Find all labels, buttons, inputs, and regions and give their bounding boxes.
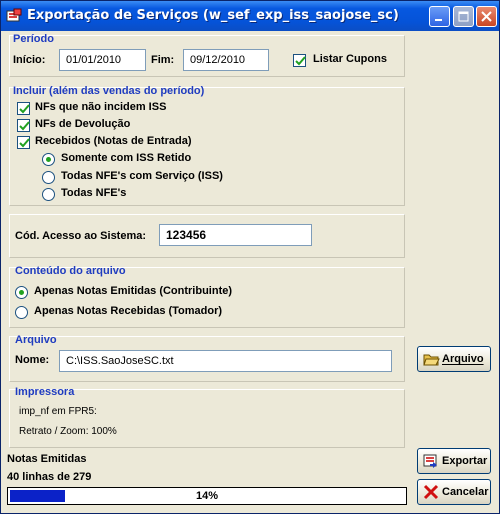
todas-nfe-servico-radio[interactable] xyxy=(42,171,55,184)
progress-text: 14% xyxy=(195,490,219,502)
status-count: 40 linhas de 279 xyxy=(7,471,92,483)
status-title: Notas Emitidas xyxy=(7,453,87,465)
inicio-date-field[interactable]: 01/01/2010 xyxy=(59,49,146,71)
incluir-group-label: Incluir (além das vendas do período) xyxy=(13,85,205,97)
check-icon xyxy=(19,121,30,131)
impressora-line-2: Retrato / Zoom: 100% xyxy=(19,426,117,437)
arquivo-button[interactable]: Arquivo xyxy=(417,346,491,372)
cancelar-button[interactable]: Cancelar xyxy=(417,479,491,505)
app-icon xyxy=(6,8,22,24)
conteudo-group-label: Conteúdo do arquivo xyxy=(15,265,126,277)
notas-recebidas-radio[interactable] xyxy=(15,306,28,319)
todas-nfe-radio[interactable] xyxy=(42,188,55,201)
arquivo-nome-field[interactable]: C:\ISS.SaoJoseSC.txt xyxy=(59,350,392,372)
notas-emitidas-label: Apenas Notas Emitidas (Contribuinte) xyxy=(34,285,233,297)
arquivo-group-label: Arquivo xyxy=(15,334,57,346)
check-icon xyxy=(19,104,30,114)
minimize-button[interactable] xyxy=(429,6,450,27)
folder-open-icon xyxy=(423,351,441,367)
fim-label: Fim: xyxy=(151,54,175,66)
close-icon xyxy=(481,11,492,22)
export-window: Exportação de Serviços (w_sef_exp_iss_sa… xyxy=(0,0,500,514)
impressora-group-label: Impressora xyxy=(15,386,75,398)
arquivo-button-label: Arquivo xyxy=(442,353,484,365)
export-progress-bar: 14% xyxy=(7,487,407,505)
cod-acesso-field[interactable]: 123456 xyxy=(159,224,312,246)
recebidos-checkbox[interactable] xyxy=(17,136,30,149)
somente-iss-retido-label: Somente com ISS Retido xyxy=(61,152,192,164)
exportar-button-label: Exportar xyxy=(442,455,488,467)
window-title: Exportação de Serviços (w_sef_exp_iss_sa… xyxy=(27,8,399,23)
listar-cupons-checkbox[interactable] xyxy=(293,54,306,67)
maximize-icon xyxy=(458,11,469,22)
nome-label: Nome: xyxy=(15,354,50,366)
impressora-line-1: imp_nf em FPR5: xyxy=(19,406,97,417)
cancel-icon xyxy=(423,484,441,500)
nfs-nao-incidem-iss-label: NFs que não incidem ISS xyxy=(35,101,167,113)
notas-emitidas-radio[interactable] xyxy=(15,286,28,299)
periodo-group-label: Período xyxy=(13,33,54,45)
todas-nfe-label: Todas NFE's xyxy=(61,187,127,199)
title-bar[interactable]: Exportação de Serviços (w_sef_exp_iss_sa… xyxy=(1,1,499,31)
maximize-button[interactable] xyxy=(453,6,474,27)
export-icon xyxy=(423,453,441,469)
fim-date-field[interactable]: 09/12/2010 xyxy=(183,49,269,71)
notas-recebidas-label: Apenas Notas Recebidas (Tomador) xyxy=(34,305,223,317)
listar-cupons-label: Listar Cupons xyxy=(313,53,387,65)
somente-iss-retido-radio[interactable] xyxy=(42,153,55,166)
check-icon xyxy=(295,56,306,66)
exportar-button[interactable]: Exportar xyxy=(417,448,491,474)
cancelar-button-label: Cancelar xyxy=(442,486,489,498)
nfs-devolucao-label: NFs de Devolução xyxy=(35,118,131,130)
check-icon xyxy=(19,138,30,148)
inicio-label: Início: xyxy=(13,54,46,66)
minimize-icon xyxy=(435,19,442,21)
dialog-body: Período Início: 01/01/2010 Fim: 09/12/20… xyxy=(5,31,495,509)
close-button[interactable] xyxy=(476,6,497,27)
nfs-devolucao-checkbox[interactable] xyxy=(17,119,30,132)
cod-acesso-label: Cód. Acesso ao Sistema: xyxy=(15,230,147,242)
recebidos-label: Recebidos (Notas de Entrada) xyxy=(35,135,192,147)
todas-nfe-servico-label: Todas NFE's com Serviço (ISS) xyxy=(61,170,223,182)
nfs-nao-incidem-iss-checkbox[interactable] xyxy=(17,102,30,115)
